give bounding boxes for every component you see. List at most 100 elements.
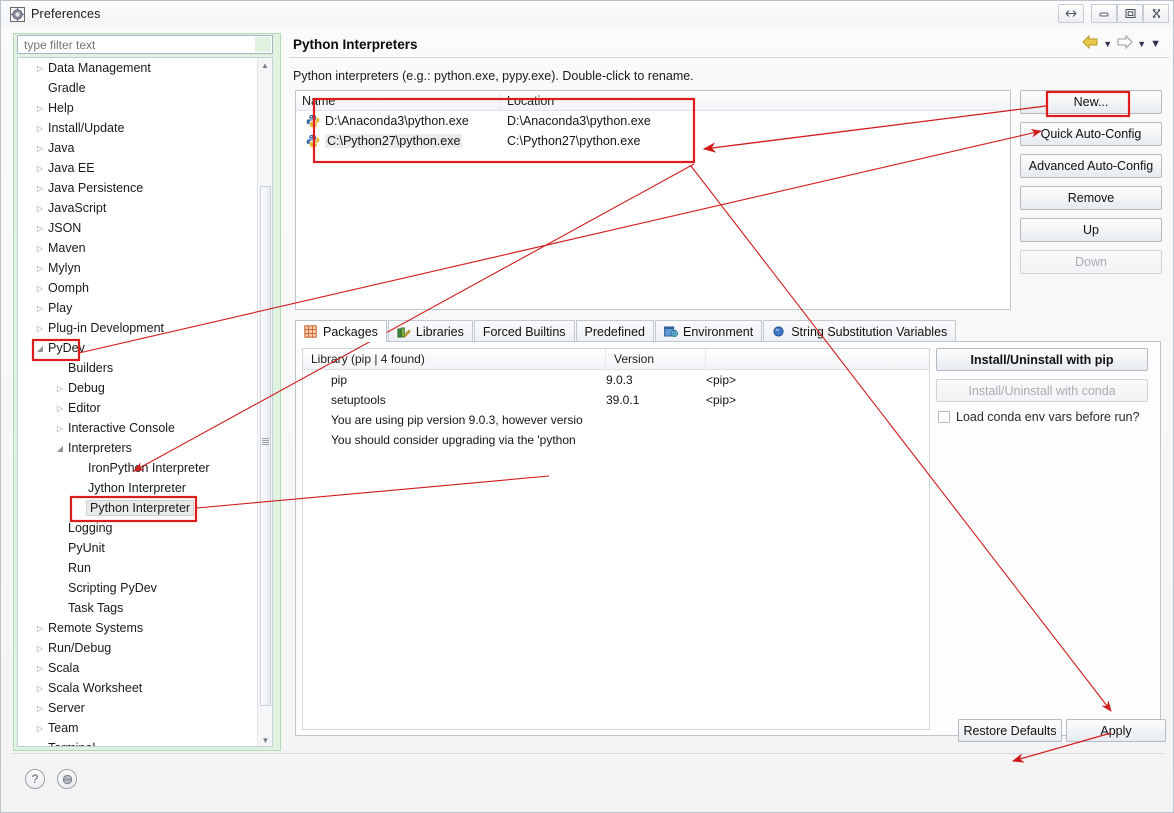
sidebar-item-terminal[interactable]: ▷Terminal [18, 738, 258, 747]
quick-auto-config-button[interactable]: Quick Auto-Config [1020, 122, 1162, 146]
chevron-right-icon[interactable]: ▷ [34, 744, 46, 747]
sidebar-item-pydev[interactable]: ◢ PyDev [18, 338, 258, 358]
sidebar-item-builders[interactable]: Builders [18, 358, 258, 378]
sidebar-item-run-debug[interactable]: ▷ Run/Debug [18, 638, 258, 658]
minimize-icon[interactable] [1091, 4, 1117, 23]
install-uninstall-with-pip-button[interactable]: Install/Uninstall with pip [936, 348, 1148, 371]
sidebar-item-logging[interactable]: Logging [18, 518, 258, 538]
chevron-right-icon[interactable]: ▷ [34, 704, 46, 713]
sidebar-item-help[interactable]: ▷ Help [18, 98, 258, 118]
sidebar-item-jython-interpreter[interactable]: Jython Interpreter [18, 478, 258, 498]
chevron-right-icon[interactable]: ▷ [54, 384, 66, 393]
interpreter-row[interactable]: C:\Python27\python.exe C:\Python27\python… [296, 131, 1010, 151]
checkbox-box[interactable] [938, 411, 950, 423]
interpreter-row[interactable]: D:\Anaconda3\python.exe D:\Anaconda3\pyth… [296, 111, 1010, 131]
sidebar-item-run[interactable]: Run [18, 558, 258, 578]
chevron-right-icon[interactable]: ▷ [34, 144, 46, 153]
sidebar-item-python-interpreter[interactable]: Python Interpreter [18, 498, 258, 518]
sidebar-item-scala-worksheet[interactable]: ▷ Scala Worksheet [18, 678, 258, 698]
settings-circle-icon[interactable] [57, 769, 77, 789]
chevron-right-icon[interactable]: ▷ [34, 204, 46, 213]
chevron-down-icon[interactable]: ◢ [34, 344, 46, 353]
tab-packages[interactable]: Packages [295, 320, 387, 342]
sidebar-item-plug-in-development[interactable]: ▷ Plug-in Development [18, 318, 258, 338]
sidebar-item-scala[interactable]: ▷ Scala [18, 658, 258, 678]
chevron-right-icon[interactable]: ▷ [34, 304, 46, 313]
tab-libraries[interactable]: Libraries [387, 320, 473, 342]
view-menu-chevron-down-icon[interactable]: ▼ [1150, 38, 1161, 50]
chevron-right-icon[interactable]: ▷ [34, 64, 46, 73]
sidebar-item-ironpython-interpreter[interactable]: IronPython Interpreter [18, 458, 258, 478]
chevron-right-icon[interactable]: ▷ [54, 404, 66, 413]
package-row[interactable]: pip 9.0.3 <pip> [303, 370, 929, 390]
preferences-tree[interactable]: ▷ Data Management Gradle ▷ Help ▷ Install/Upda… [17, 57, 273, 747]
chevron-right-icon[interactable]: ▷ [34, 264, 46, 273]
sidebar-item-debug[interactable]: ▷ Debug [18, 378, 258, 398]
chevron-right-icon[interactable]: ▷ [34, 724, 46, 733]
restore-defaults-button[interactable]: Restore Defaults [958, 719, 1062, 742]
remove-button[interactable]: Remove [1020, 186, 1162, 210]
sidebar-item-editor[interactable]: ▷ Editor [18, 398, 258, 418]
scroll-down-icon[interactable]: ▼ [258, 733, 272, 746]
chevron-right-icon[interactable]: ▷ [34, 624, 46, 633]
load-conda-env-vars-checkbox[interactable]: Load conda env vars before run? [936, 410, 1154, 424]
resize-restore-icon[interactable] [1058, 4, 1084, 23]
sidebar-item-mylyn[interactable]: ▷ Mylyn [18, 258, 258, 278]
sidebar-item-maven[interactable]: ▷ Maven [18, 238, 258, 258]
chevron-right-icon[interactable]: ▷ [34, 644, 46, 653]
sidebar-item-task-tags[interactable]: Task Tags [18, 598, 258, 618]
chevron-right-icon[interactable]: ▷ [34, 244, 46, 253]
chevron-right-icon[interactable]: ▷ [34, 284, 46, 293]
sidebar-item-pyunit[interactable]: PyUnit [18, 538, 258, 558]
forward-history-chevron-down-icon[interactable]: ▼ [1137, 39, 1146, 49]
column-header-library[interactable]: Library (pip | 4 found) [303, 349, 606, 369]
column-header-location[interactable]: Location [501, 91, 1010, 110]
back-arrow-icon[interactable] [1082, 34, 1099, 53]
tab-predefined[interactable]: Predefined [575, 320, 654, 342]
tree-scrollbar[interactable]: ▲ ▼ [257, 58, 272, 746]
chevron-down-icon[interactable]: ◢ [54, 444, 66, 453]
interpreters-table[interactable]: Name Location D:\Anaconda3\python.exe D:\… [295, 90, 1011, 310]
sidebar-item-json[interactable]: ▷ JSON [18, 218, 258, 238]
sidebar-item-scripting-pydev[interactable]: Scripting PyDev [18, 578, 258, 598]
tab-environment[interactable]: Environment [655, 320, 763, 342]
sidebar-item-interactive-console[interactable]: ▷ Interactive Console [18, 418, 258, 438]
filter-clear-area[interactable] [255, 37, 271, 52]
column-header-version[interactable]: Version [606, 349, 706, 369]
tab-string-substitution-variables[interactable]: String Substitution Variables [763, 320, 957, 342]
sidebar-item-javascript[interactable]: ▷ JavaScript [18, 198, 258, 218]
chevron-right-icon[interactable]: ▷ [34, 324, 46, 333]
chevron-right-icon[interactable]: ▷ [34, 684, 46, 693]
forward-arrow-icon[interactable] [1116, 34, 1133, 53]
scrollbar-thumb[interactable] [260, 186, 271, 706]
package-row[interactable]: setuptools 39.0.1 <pip> [303, 390, 929, 410]
sidebar-item-install-update[interactable]: ▷ Install/Update [18, 118, 258, 138]
sidebar-item-java[interactable]: ▷ Java [18, 138, 258, 158]
sidebar-item-server[interactable]: ▷ Server [18, 698, 258, 718]
search-input[interactable] [22, 36, 256, 53]
sidebar-item-gradle[interactable]: Gradle [18, 78, 258, 98]
chevron-right-icon[interactable]: ▷ [34, 664, 46, 673]
tab-forced-builtins[interactable]: Forced Builtins [473, 320, 575, 342]
scroll-up-icon[interactable]: ▲ [258, 58, 272, 73]
packages-table[interactable]: Library (pip | 4 found) Version pip 9.0.3… [302, 348, 930, 730]
maximize-icon[interactable] [1117, 4, 1143, 23]
chevron-right-icon[interactable]: ▷ [34, 124, 46, 133]
new-button[interactable]: New... [1020, 90, 1162, 114]
sidebar-item-interpreters[interactable]: ◢ Interpreters [18, 438, 258, 458]
chevron-right-icon[interactable]: ▷ [34, 184, 46, 193]
advanced-auto-config-button[interactable]: Advanced Auto-Config [1020, 154, 1162, 178]
chevron-right-icon[interactable]: ▷ [34, 164, 46, 173]
chevron-right-icon[interactable]: ▷ [34, 104, 46, 113]
sidebar-item-play[interactable]: ▷ Play [18, 298, 258, 318]
sidebar-item-java-ee[interactable]: ▷ Java EE [18, 158, 258, 178]
filter-input-wrapper[interactable] [17, 35, 273, 54]
sidebar-item-java-persistence[interactable]: ▷ Java Persistence [18, 178, 258, 198]
sidebar-item-oomph[interactable]: ▷ Oomph [18, 278, 258, 298]
column-header-source[interactable] [706, 349, 929, 369]
back-history-chevron-down-icon[interactable]: ▼ [1103, 39, 1112, 49]
sidebar-item-remote-systems[interactable]: ▷ Remote Systems [18, 618, 258, 638]
chevron-right-icon[interactable]: ▷ [54, 424, 66, 433]
sidebar-item-data-management[interactable]: ▷ Data Management [18, 58, 258, 78]
sidebar-item-team[interactable]: ▷ Team [18, 718, 258, 738]
